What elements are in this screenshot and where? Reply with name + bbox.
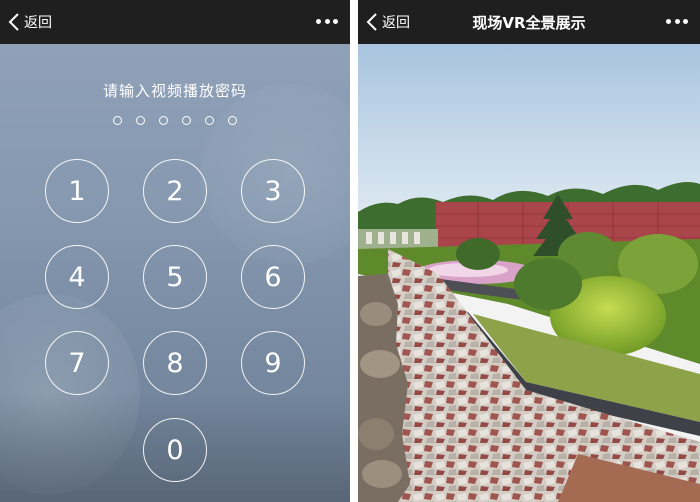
pin-dot	[205, 116, 214, 125]
key-1[interactable]: 1	[45, 159, 109, 223]
nav-bar: 返回	[0, 0, 350, 44]
chevron-left-icon	[366, 13, 377, 31]
key-4[interactable]: 4	[45, 245, 109, 309]
more-icon[interactable]	[316, 14, 338, 28]
key-6[interactable]: 6	[241, 245, 305, 309]
pin-dot	[113, 116, 122, 125]
pin-indicator	[0, 116, 350, 125]
pin-dot	[136, 116, 145, 125]
key-5[interactable]: 5	[143, 245, 207, 309]
key-0[interactable]: 0	[143, 418, 207, 482]
page-title: 现场VR全景展示	[472, 14, 586, 32]
back-label: 返回	[382, 15, 410, 31]
back-label: 返回	[24, 15, 52, 31]
password-screen: 返回 请输入视频播放密码 1 2 3 4 5 6 7 8 9 0	[0, 0, 350, 502]
panorama-photo[interactable]	[358, 44, 700, 502]
nav-bar: 返回 现场VR全景展示	[358, 0, 700, 44]
key-3[interactable]: 3	[241, 159, 305, 223]
key-2[interactable]: 2	[143, 159, 207, 223]
key-9[interactable]: 9	[241, 331, 305, 395]
chevron-left-icon	[8, 13, 19, 31]
key-8[interactable]: 8	[143, 331, 207, 395]
pin-dot	[228, 116, 237, 125]
more-icon[interactable]	[666, 14, 688, 28]
back-button[interactable]: 返回	[8, 10, 52, 34]
pin-dot	[159, 116, 168, 125]
vr-panorama-screen: 返回 现场VR全景展示	[358, 0, 700, 502]
pin-dot	[182, 116, 191, 125]
back-button[interactable]: 返回	[366, 10, 410, 34]
key-7[interactable]: 7	[45, 331, 109, 395]
password-prompt: 请输入视频播放密码	[102, 82, 247, 100]
